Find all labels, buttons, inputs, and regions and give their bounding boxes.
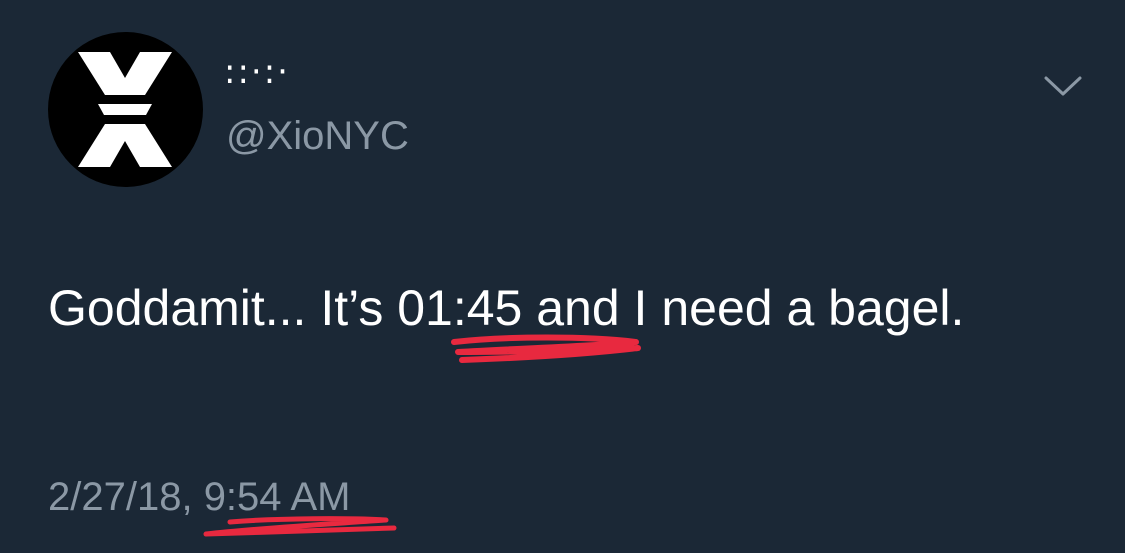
timestamp-time: 9:54 AM xyxy=(203,475,351,519)
x-logo-icon xyxy=(78,52,172,167)
tweet-text-part: and I need a bagel. xyxy=(522,280,965,336)
chevron-down-icon[interactable] xyxy=(1040,70,1086,100)
avatar[interactable] xyxy=(48,32,203,187)
timestamp[interactable]: 2/27/18, 9:54 AM xyxy=(48,472,350,522)
tweet-text-part: Goddamit... It’s xyxy=(48,280,398,336)
user-handle[interactable]: @XioNYC xyxy=(226,112,409,160)
timestamp-date: 2/27/18, xyxy=(48,475,204,519)
tweet-card: ::·:· @XioNYC Goddamit... It’s 01:45 and… xyxy=(0,0,1125,553)
tweet-text-highlight: 01:45 xyxy=(397,280,523,336)
tweet-text: Goddamit... It’s 01:45 and I need a bage… xyxy=(48,262,1088,354)
display-name[interactable]: ::·:· xyxy=(224,52,290,92)
